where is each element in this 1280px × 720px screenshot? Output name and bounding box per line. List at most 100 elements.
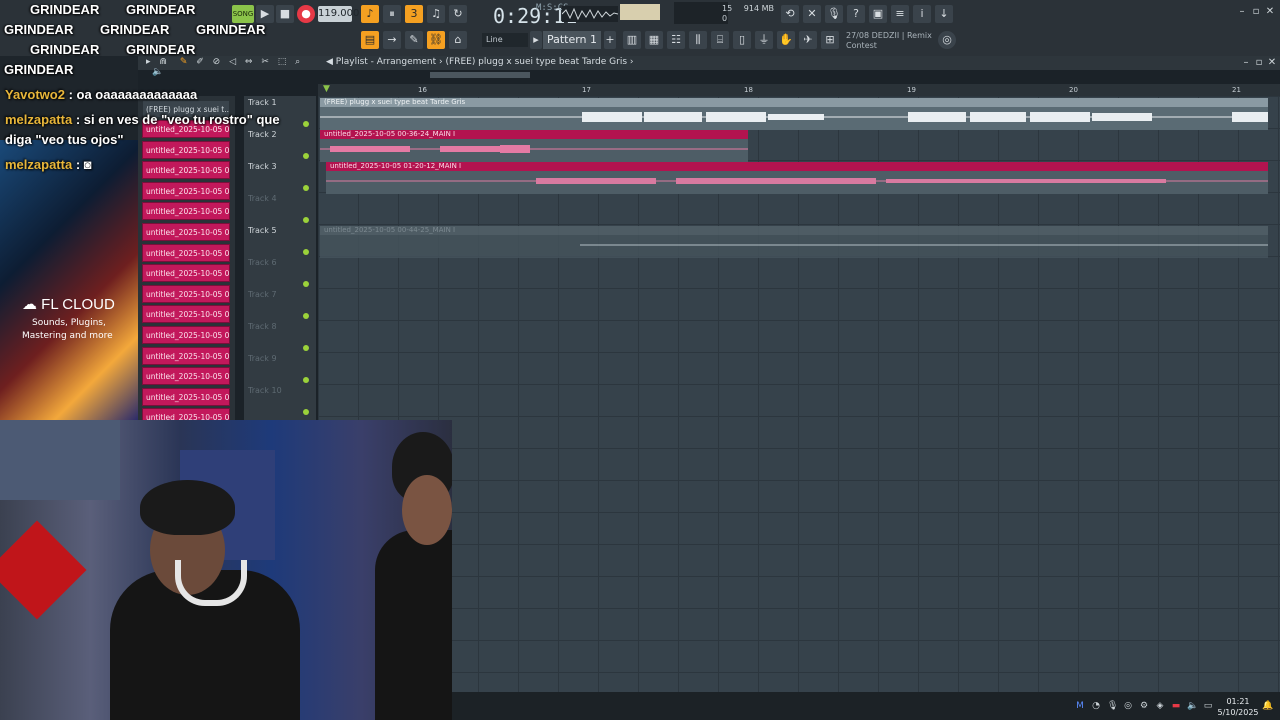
playlist-scrollbar[interactable]: [430, 72, 530, 78]
plugin-database-icon[interactable]: ▯: [733, 31, 751, 49]
playlist-arrow-icon[interactable]: ◀: [326, 57, 333, 67]
download-icon[interactable]: ↓: [935, 5, 953, 23]
track-mute-toggle[interactable]: [303, 153, 309, 159]
minimize-icon[interactable]: –: [1236, 6, 1248, 18]
playlist-close-icon[interactable]: ✕: [1266, 57, 1278, 69]
song-mode-toggle[interactable]: SONG: [232, 5, 254, 23]
maximize-icon[interactable]: ▫: [1250, 6, 1262, 18]
track-mute-toggle[interactable]: [303, 217, 309, 223]
help-icon[interactable]: ?: [847, 5, 865, 23]
channel-item[interactable]: untitled_2025-10-05 00-...: [142, 346, 230, 365]
track-mute-toggle[interactable]: [303, 313, 309, 319]
channel-item[interactable]: untitled_2025-10-05 00-...: [142, 223, 230, 241]
piano-roll-icon[interactable]: ▦: [645, 31, 663, 49]
mixer-view-icon[interactable]: ⫼: [689, 31, 707, 49]
tempo-display[interactable]: 119.000: [318, 6, 359, 22]
pencil-icon[interactable]: ✎: [405, 31, 423, 49]
play-icon[interactable]: ▶: [256, 5, 274, 23]
plugin-picker-icon[interactable]: ⏚: [755, 31, 773, 49]
track-label[interactable]: Track 2: [248, 130, 277, 139]
playlist-view-icon[interactable]: ▤: [361, 31, 379, 49]
channel-item[interactable]: untitled_2025-10-05 00-...: [142, 326, 230, 344]
channel-item[interactable]: untitled_2025-10-05 00-...: [142, 161, 230, 180]
track-mute-toggle[interactable]: [303, 409, 309, 415]
track-label[interactable]: Track 8: [248, 322, 277, 331]
network-tray-icon[interactable]: ◎: [1123, 701, 1133, 711]
track-mute-toggle[interactable]: [303, 185, 309, 191]
wrench-icon[interactable]: ✈: [799, 31, 817, 49]
mixer-icon[interactable]: ≡: [891, 5, 909, 23]
link-icon[interactable]: ⛓: [427, 31, 445, 49]
channel-item[interactable]: untitled_2025-10-05 00-...: [142, 284, 230, 303]
slice-tool-icon[interactable]: ✂: [261, 57, 269, 67]
stop-icon[interactable]: ■: [276, 5, 294, 23]
info-icon[interactable]: i: [913, 5, 931, 23]
audio-clip-track3[interactable]: untitled_2025-10-05 01-20-12_MAIN I: [326, 162, 1268, 194]
menu-arrow-icon[interactable]: ▸: [146, 57, 151, 67]
slip-tool-icon[interactable]: ⇔: [245, 57, 253, 67]
channel-item[interactable]: untitled_2025-10-05 00-...: [142, 202, 230, 221]
channel-item[interactable]: untitled_2025-10-05 00-...: [142, 181, 230, 200]
track-mute-toggle[interactable]: [303, 249, 309, 255]
channel-item[interactable]: untitled_2025-10-05 00-...: [142, 243, 230, 262]
track-label[interactable]: Track 7: [248, 290, 277, 299]
track-label[interactable]: Track 3: [248, 162, 277, 171]
audio-clip-track1[interactable]: (FREE) plugg x suei type beat Tarde Gris: [320, 98, 1268, 130]
cart-icon[interactable]: ⊞: [821, 31, 839, 49]
mic-tray-icon[interactable]: 🎙: [1107, 701, 1118, 711]
master-volume-meter[interactable]: [620, 4, 660, 20]
playlist-icon[interactable]: ▥: [623, 31, 641, 49]
microphone-icon[interactable]: 🎙: [825, 5, 843, 23]
stamp-icon[interactable]: ⌂: [449, 31, 467, 49]
record-tray-icon[interactable]: ▬: [1171, 701, 1181, 711]
close-icon[interactable]: ✕: [1264, 6, 1276, 18]
playlist-maximize-icon[interactable]: ▫: [1253, 57, 1265, 69]
app-tray-icon[interactable]: M: [1075, 701, 1085, 711]
draw-tool-icon[interactable]: ✎: [180, 57, 188, 67]
fl-cloud-banner[interactable]: ☁ FL CLOUD Sounds, Plugins, Mastering an…: [0, 140, 138, 420]
channel-item[interactable]: untitled_2025-10-05 00-...: [142, 264, 230, 283]
channel-item[interactable]: untitled_2025-10-05 00-...: [142, 305, 230, 324]
blend-notes-icon[interactable]: ♫: [427, 5, 445, 23]
timeline-ruler[interactable]: 16 17 18 19 20 21 ▼: [318, 84, 1280, 96]
discord-icon[interactable]: ◔: [1091, 701, 1101, 711]
metronome-icon[interactable]: ♪: [361, 5, 379, 23]
track-label[interactable]: Track 6: [248, 258, 277, 267]
save-icon[interactable]: ▣: [869, 5, 887, 23]
channel-rack-icon[interactable]: ☷: [667, 31, 685, 49]
news-hint[interactable]: 27/08 DEDZII | Remix Contest: [846, 31, 932, 51]
pattern-add-icon[interactable]: +: [604, 31, 616, 49]
snap-select[interactable]: Line: [482, 33, 528, 47]
track-label[interactable]: Track 9: [248, 354, 277, 363]
pattern-prev-icon[interactable]: ▸: [530, 31, 542, 49]
mute-tool-icon[interactable]: ◁: [229, 57, 236, 67]
record-icon[interactable]: ●: [297, 5, 315, 23]
loop-record-icon[interactable]: ↻: [449, 5, 467, 23]
audio-clip-track5[interactable]: untitled_2025-10-05 00-44-25_MAIN I: [320, 226, 1268, 258]
display-icon[interactable]: ▭: [1203, 701, 1213, 711]
globe-icon[interactable]: ◎: [938, 31, 956, 49]
track-mute-toggle[interactable]: [303, 281, 309, 287]
taskbar-clock[interactable]: 01:21 5/10/2025: [1216, 696, 1260, 718]
reset-icon[interactable]: ⟲: [781, 5, 799, 23]
security-icon[interactable]: ◈: [1155, 701, 1165, 711]
track-label[interactable]: Track 1: [248, 98, 277, 107]
track-mute-toggle[interactable]: [303, 377, 309, 383]
select-tool-icon[interactable]: ⬚: [278, 57, 287, 67]
volume-icon[interactable]: 🔈: [1187, 701, 1198, 711]
wait-input-icon[interactable]: ⏸: [383, 5, 401, 23]
audio-clip-track2[interactable]: untitled_2025-10-05 00-36-24_MAIN I: [320, 130, 748, 162]
panic-icon[interactable]: ✕: [803, 5, 821, 23]
countdown-icon[interactable]: 3: [405, 5, 423, 23]
notification-icon[interactable]: 🔔: [1262, 701, 1273, 711]
magnet-icon[interactable]: ⋒: [159, 57, 167, 67]
track-label[interactable]: Track 4: [248, 194, 277, 203]
track-mute-toggle[interactable]: [303, 121, 309, 127]
channel-item[interactable]: untitled_2025-10-05 00-...: [142, 408, 230, 420]
channel-item[interactable]: untitled_2025-10-05 00-...: [142, 140, 230, 159]
zoom-tool-icon[interactable]: ⌕: [295, 57, 300, 67]
channel-item[interactable]: untitled_2025-10-05 00-...: [142, 367, 230, 386]
speaker-icon[interactable]: 🔈: [152, 67, 163, 77]
delete-tool-icon[interactable]: ⊘: [213, 57, 221, 67]
track-label[interactable]: Track 5: [248, 226, 277, 235]
